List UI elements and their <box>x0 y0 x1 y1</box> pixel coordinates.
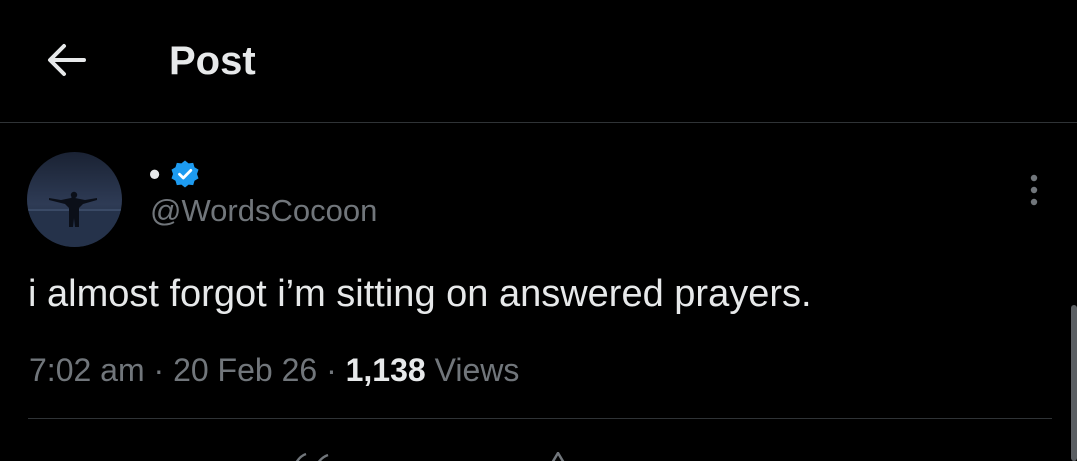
meta-separator: · <box>317 352 346 388</box>
avatar-image <box>27 152 122 247</box>
views-count[interactable]: 1,138 <box>346 352 426 388</box>
post-time[interactable]: 7:02 am <box>29 352 145 388</box>
post-text: i almost forgot i’m sitting on answered … <box>28 273 812 315</box>
scrollbar[interactable] <box>1071 305 1077 461</box>
back-button[interactable] <box>38 34 94 86</box>
post-metadata: 7:02 am · 20 Feb 26 · 1,138 Views <box>29 351 519 389</box>
post-date[interactable]: 20 Feb 26 <box>173 352 317 388</box>
avatar[interactable] <box>27 152 122 247</box>
action-bar-partial <box>0 450 1077 461</box>
divider <box>28 418 1052 419</box>
author-display-name[interactable]: • <box>149 154 200 194</box>
top-bar: Post <box>0 0 1077 123</box>
views-label[interactable]: Views <box>426 352 520 388</box>
meta-separator: · <box>144 352 174 388</box>
author-handle[interactable]: @WordsCocoon <box>150 193 377 229</box>
more-vertical-icon <box>1030 174 1038 206</box>
verified-badge-icon <box>171 160 199 188</box>
more-options-button[interactable] <box>1012 168 1056 212</box>
page-title: Post <box>169 39 256 83</box>
display-name-text: • <box>149 155 161 192</box>
arrow-left-icon <box>48 44 86 76</box>
